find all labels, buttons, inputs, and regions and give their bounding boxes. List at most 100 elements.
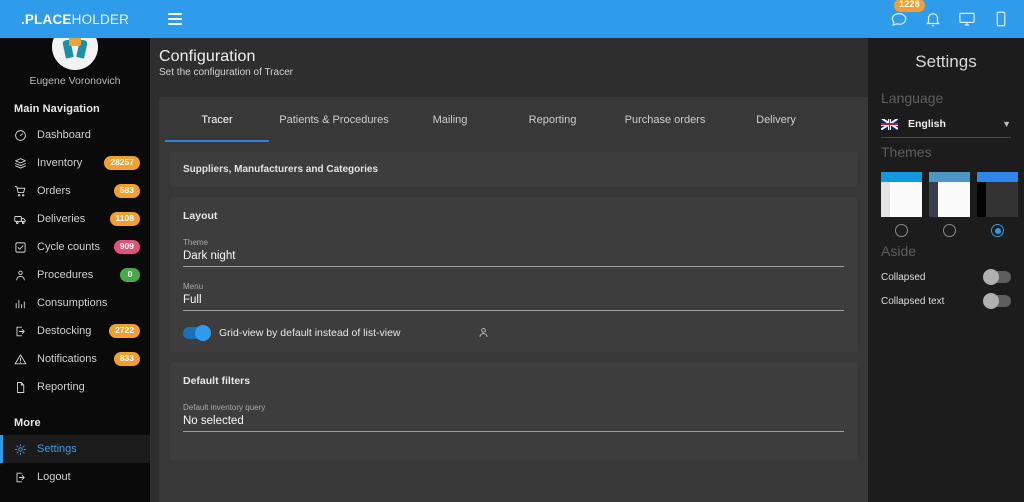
configuration-card: Tracer Patients & Procedures Mailing Report… <box>159 97 868 502</box>
monitor-icon[interactable] <box>958 10 976 28</box>
nav-list: DashboardInventory28257Orders583Deliveri… <box>0 121 150 401</box>
sidebar-item-label: Cycle counts <box>37 241 100 253</box>
inventory-query-label: Default inventory query <box>183 403 844 412</box>
main-content: Configuration Set the configuration of T… <box>150 38 868 502</box>
theme-field-value[interactable]: Dark night <box>183 250 844 267</box>
tab-patients-procedures[interactable]: Patients & Procedures <box>269 97 399 142</box>
sidebar-item-label: Dashboard <box>37 129 91 141</box>
theme-option-muted-theme[interactable] <box>929 172 970 237</box>
suppliers-section[interactable]: Suppliers, Manufacturers and Categories <box>170 152 857 187</box>
menu-field-value[interactable]: Full <box>183 294 844 311</box>
sidebar-item-label: Deliveries <box>37 213 85 225</box>
aside-option-label: Collapsed text <box>881 296 944 307</box>
top-bar: .PLACEHOLDER 1228 <box>0 0 1024 38</box>
logout-arrow-icon <box>14 324 30 338</box>
inventory-query-value[interactable]: No selected <box>183 415 844 432</box>
sidebar-item-procedures[interactable]: Procedures0 <box>0 261 150 289</box>
person-icon <box>14 268 30 282</box>
theme-field-label: Theme <box>183 238 844 247</box>
app-logo[interactable]: .PLACEHOLDER <box>0 12 150 27</box>
gridview-label: Grid-view by default instead of list-vie… <box>219 327 401 339</box>
nav-more-list: Settings Logout <box>0 435 150 491</box>
default-filters-block: Default filters Default inventory query … <box>170 362 857 460</box>
tab-mailing[interactable]: Mailing <box>399 97 501 142</box>
tablet-icon[interactable] <box>992 10 1010 28</box>
tab-label: Mailing <box>433 114 468 126</box>
avatar <box>52 38 98 70</box>
dashboard-icon <box>14 128 30 142</box>
page-subtitle: Set the configuration of Tracer <box>159 67 868 78</box>
document-icon <box>14 380 30 394</box>
theme-swatch <box>881 172 922 217</box>
chat-badge: 1228 <box>894 0 925 12</box>
sidebar-item-dashboard[interactable]: Dashboard <box>0 121 150 149</box>
logout-arrow-icon <box>14 470 30 484</box>
theme-list <box>881 172 1011 237</box>
sidebar-item-notifications[interactable]: Notifications 833 <box>0 345 150 373</box>
language-selector[interactable]: English ▼ <box>881 118 1011 138</box>
sidebar-item-orders[interactable]: Orders583 <box>0 177 150 205</box>
theme-radio[interactable] <box>895 224 908 237</box>
theme-swatch <box>977 172 1018 217</box>
sidebar-item-logout[interactable]: Logout <box>0 463 150 491</box>
settings-panel: Settings Language English ▼ Themes Aside… <box>868 38 1024 502</box>
sidebar-item-inventory[interactable]: Inventory28257 <box>0 149 150 177</box>
inventory-query-field[interactable]: Default inventory query No selected <box>183 403 844 432</box>
nav-heading-main: Main Navigation <box>0 87 150 121</box>
sidebar-item-deliveries[interactable]: Deliveries 1108 <box>0 205 150 233</box>
sidebar-item-badge: 0 <box>120 268 140 282</box>
user-name: Eugene Voronovich <box>0 75 150 87</box>
sidebar-item-badge: 1108 <box>110 212 140 226</box>
language-heading: Language <box>881 90 1011 106</box>
menu-field[interactable]: Menu Full <box>183 282 844 311</box>
tab-label: Reporting <box>529 114 577 126</box>
tab-label: Purchase orders <box>625 114 706 126</box>
tab-purchase-orders[interactable]: Purchase orders <box>604 97 726 142</box>
sidebar-item-label: Notifications <box>37 353 97 365</box>
sidebar: Eugene Voronovich Main Navigation Dashbo… <box>0 38 150 502</box>
tab-label: Tracer <box>201 114 232 126</box>
aside-heading: Aside <box>881 243 1011 259</box>
tab-bar: Tracer Patients & Procedures Mailing Report… <box>159 97 868 142</box>
sidebar-item-label: Inventory <box>37 157 82 169</box>
sidebar-item-label: Reporting <box>37 381 85 393</box>
hamburger-icon[interactable] <box>162 6 188 32</box>
sidebar-item-destocking[interactable]: Destocking2722 <box>0 317 150 345</box>
bell-icon[interactable] <box>924 10 942 28</box>
theme-option-dark-theme[interactable] <box>977 172 1018 237</box>
gridview-row: Grid-view by default instead of list-vie… <box>183 326 844 339</box>
logo-suffix: HOLDER <box>72 12 129 27</box>
inventory-icon <box>14 156 30 170</box>
chevron-down-icon[interactable]: ▼ <box>1002 119 1011 129</box>
warning-icon <box>14 352 30 366</box>
chat-icon[interactable]: 1228 <box>890 10 908 28</box>
themes-heading: Themes <box>881 144 1011 160</box>
page-header: Configuration Set the configuration of T… <box>150 38 868 78</box>
checkbox-icon <box>14 240 30 254</box>
tab-tracer[interactable]: Tracer <box>165 97 269 142</box>
tab-reporting[interactable]: Reporting <box>501 97 604 142</box>
sidebar-item-badge: 833 <box>114 352 140 366</box>
gridview-toggle[interactable] <box>183 327 209 339</box>
sidebar-item-settings[interactable]: Settings <box>0 435 150 463</box>
aside-option-collapsed-text: Collapsed text <box>881 295 1011 307</box>
language-value: English <box>908 118 946 130</box>
sidebar-item-reporting[interactable]: Reporting <box>0 373 150 401</box>
aside-option-toggle[interactable] <box>985 271 1011 283</box>
theme-field[interactable]: Theme Dark night <box>183 238 844 267</box>
uk-flag-icon <box>881 119 898 130</box>
user-outline-icon <box>477 326 490 339</box>
top-bar-actions: 1228 <box>890 10 1024 28</box>
theme-option-light-theme[interactable] <box>881 172 922 237</box>
layout-heading: Layout <box>183 210 844 222</box>
sidebar-item-consumptions[interactable]: Consumptions <box>0 289 150 317</box>
aside-option-toggle[interactable] <box>985 295 1011 307</box>
theme-radio[interactable] <box>943 224 956 237</box>
tab-delivery[interactable]: Delivery <box>726 97 826 142</box>
sidebar-item-cycle-counts[interactable]: Cycle counts909 <box>0 233 150 261</box>
user-profile[interactable]: Eugene Voronovich <box>0 38 150 87</box>
default-filters-heading: Default filters <box>183 375 844 387</box>
sidebar-item-label: Logout <box>37 471 71 483</box>
theme-radio[interactable] <box>991 224 1004 237</box>
settings-panel-title: Settings <box>881 38 1011 84</box>
